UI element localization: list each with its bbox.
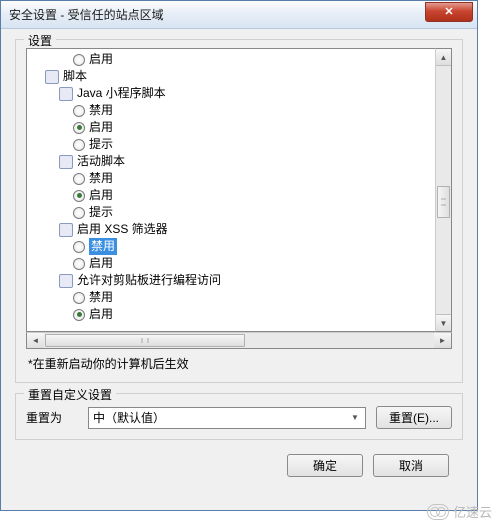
reset-group-title: 重置自定义设置 [24,386,116,403]
horizontal-scrollbar[interactable]: ◄ ► [26,332,452,349]
option-label: 启用 [89,119,113,136]
scroll-up-button[interactable]: ▲ [436,49,451,66]
watermark: 亿速云 [427,502,492,521]
reset-button[interactable]: 重置(E)... [376,406,452,429]
scroll-track[interactable] [44,333,434,348]
tree-category: Java 小程序脚本 [31,85,435,102]
scroll-track[interactable] [436,66,451,314]
category-icon [59,87,73,101]
reset-label: 重置为 [26,409,78,426]
cancel-button[interactable]: 取消 [373,454,449,477]
tree-row: 禁用 [31,238,435,255]
option-label: 启用 [89,255,113,272]
option-label: 提示 [89,204,113,221]
tree-row: 提示 [31,136,435,153]
radio-icon[interactable] [73,54,85,66]
radio-icon[interactable] [73,207,85,219]
settings-group-title: 设置 [24,32,56,49]
tree-category: 活动脚本 [31,153,435,170]
radio-icon[interactable] [73,292,85,304]
radio-icon-selected[interactable] [73,190,85,202]
radio-icon[interactable] [73,173,85,185]
radio-icon[interactable] [73,105,85,117]
radio-icon-selected[interactable] [73,122,85,134]
option-label: 禁用 [89,170,113,187]
reset-group: 重置自定义设置 重置为 中（默认值） ▼ 重置(E)... [15,393,463,440]
titlebar[interactable]: 安全设置 - 受信任的站点区域 ✕ [1,1,477,29]
chevron-down-icon: ▼ [347,410,363,426]
scroll-thumb[interactable] [45,334,245,347]
dialog-content: 设置 启用 脚本 Java 小程序脚本 禁用 启用 提示 活动脚本 禁用 启用 … [1,29,477,487]
tree-row: 启用 [31,306,435,323]
category-icon [45,70,59,84]
close-button[interactable]: ✕ [425,2,473,22]
restart-note: *在重新启动你的计算机后生效 [28,355,450,372]
reset-level-combo[interactable]: 中（默认值） ▼ [88,407,366,429]
dialog-actions: 确定 取消 [15,450,463,477]
option-label: 启用 [89,187,113,204]
category-label: Java 小程序脚本 [77,85,166,102]
option-label: 提示 [89,136,113,153]
radio-icon[interactable] [73,258,85,270]
radio-icon[interactable] [73,139,85,151]
scroll-right-button[interactable]: ► [434,333,451,348]
window-title: 安全设置 - 受信任的站点区域 [9,6,425,23]
watermark-logo-icon [427,504,449,520]
option-label: 禁用 [89,289,113,306]
option-label: 启用 [89,306,113,323]
security-settings-dialog: 安全设置 - 受信任的站点区域 ✕ 设置 启用 脚本 Java 小程序脚本 禁用… [0,0,478,511]
tree-row: 启用 [31,255,435,272]
category-label: 启用 XSS 筛选器 [77,221,168,238]
radio-icon[interactable] [73,241,85,253]
tree-row: 启用 [31,51,435,68]
category-icon [59,155,73,169]
scroll-left-button[interactable]: ◄ [27,333,44,348]
tree-row: 禁用 [31,289,435,306]
radio-icon-selected[interactable] [73,309,85,321]
close-icon: ✕ [444,5,453,18]
option-label: 禁用 [89,102,113,119]
vertical-scrollbar[interactable]: ▲ ▼ [435,48,452,332]
settings-tree-wrap: 启用 脚本 Java 小程序脚本 禁用 启用 提示 活动脚本 禁用 启用 提示 … [26,48,452,332]
scroll-down-button[interactable]: ▼ [436,314,451,331]
settings-tree[interactable]: 启用 脚本 Java 小程序脚本 禁用 启用 提示 活动脚本 禁用 启用 提示 … [26,48,435,332]
tree-row: 禁用 [31,102,435,119]
tree-category: 脚本 [31,68,435,85]
category-label: 活动脚本 [77,153,125,170]
tree-category: 允许对剪贴板进行编程访问 [31,272,435,289]
category-label: 脚本 [63,68,87,85]
category-icon [59,274,73,288]
reset-row: 重置为 中（默认值） ▼ 重置(E)... [26,406,452,429]
option-label-highlighted: 禁用 [89,238,117,255]
tree-row: 启用 [31,187,435,204]
tree-row: 启用 [31,119,435,136]
tree-row: 禁用 [31,170,435,187]
combo-value: 中（默认值） [93,409,165,426]
ok-button[interactable]: 确定 [287,454,363,477]
watermark-text: 亿速云 [453,502,492,521]
settings-group: 设置 启用 脚本 Java 小程序脚本 禁用 启用 提示 活动脚本 禁用 启用 … [15,39,463,383]
tree-category: 启用 XSS 筛选器 [31,221,435,238]
tree-row: 提示 [31,204,435,221]
option-label: 启用 [89,51,113,68]
category-label: 允许对剪贴板进行编程访问 [77,272,221,289]
category-icon [59,223,73,237]
scroll-thumb[interactable] [437,186,450,218]
